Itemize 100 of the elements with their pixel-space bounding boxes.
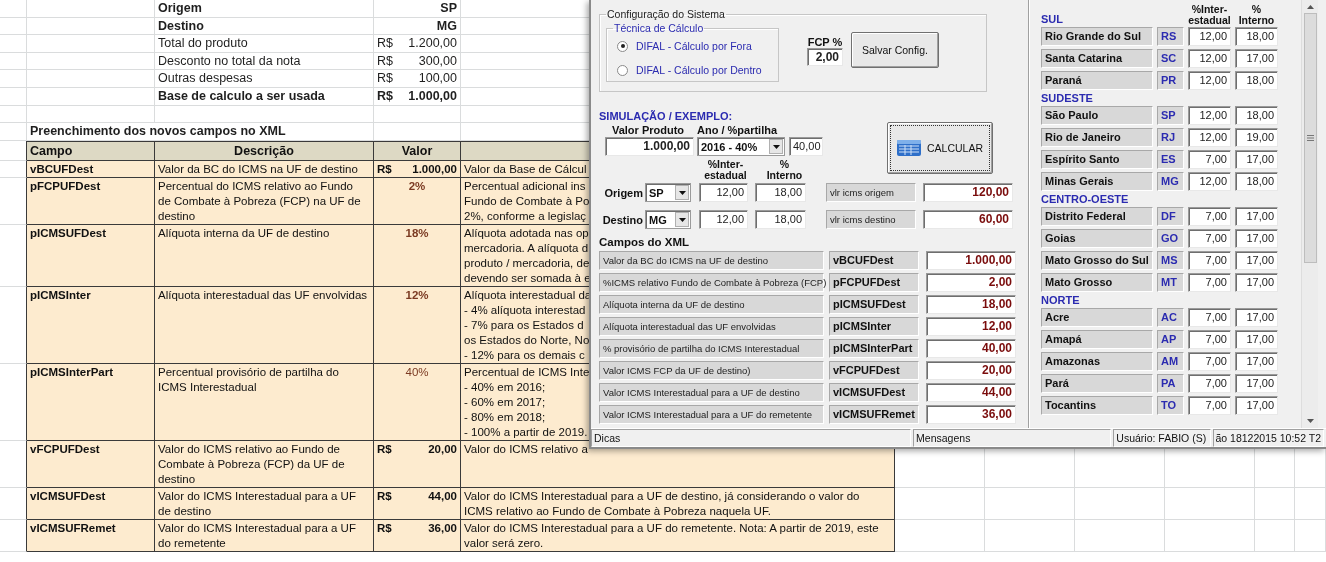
interstate-rate-input[interactable]: 7,00 — [1188, 396, 1231, 415]
internal-rate-input[interactable]: 17,00 — [1235, 150, 1278, 169]
internal-rate-input[interactable]: 18,00 — [1235, 172, 1278, 191]
internal-rate-input[interactable]: 18,00 — [755, 210, 806, 229]
dropdown-arrow-button[interactable] — [675, 185, 689, 200]
interstate-rate-input[interactable]: 7,00 — [1188, 330, 1231, 349]
product-value-label: Valor Produto — [610, 124, 686, 136]
internal-rate-input[interactable]: 18,00 — [755, 183, 806, 202]
internal-rate-input[interactable]: 19,00 — [1235, 128, 1278, 147]
interstate-rate-input[interactable]: 7,00 — [1188, 374, 1231, 393]
internal-rate-input[interactable]: 17,00 — [1235, 352, 1278, 371]
value-cell: MG — [374, 17, 461, 36]
interstate-rate-input[interactable]: 7,00 — [1188, 308, 1231, 327]
field-code-cell: vICMSUFDest — [27, 487, 155, 520]
internal-rate-input[interactable]: 18,00 — [1235, 71, 1278, 90]
interstate-rate-input[interactable]: 12,00 — [1188, 128, 1231, 147]
field-description: %ICMS relativo Fundo de Combate à Pobreza (FCP) — [599, 273, 824, 292]
internal-rate-input[interactable]: 17,00 — [1235, 229, 1278, 248]
field-code-cell: pICMSInterPart — [27, 363, 155, 441]
share-input[interactable]: 40,00 — [789, 137, 823, 156]
internal-rate-input[interactable]: 17,00 — [1235, 308, 1278, 327]
field-value: 44,00 — [926, 383, 1016, 402]
uf-label: Origem — [603, 186, 643, 199]
internal-rate-input[interactable]: 17,00 — [1235, 374, 1278, 393]
state-name: Rio de Janeiro — [1041, 128, 1153, 147]
interstate-rate-input[interactable]: 7,00 — [1188, 150, 1231, 169]
interstate-rate-input[interactable]: 12,00 — [1188, 71, 1231, 90]
region-title: SUDESTE — [1041, 92, 1094, 105]
state-code: SC — [1157, 49, 1184, 68]
save-config-button[interactable]: Salvar Config. — [851, 32, 939, 68]
description-cell: Alíquota interestadual das UF envolvidas — [155, 286, 374, 364]
interstate-rate-input[interactable]: 12,00 — [699, 210, 748, 229]
uf-dropdown[interactable]: SP — [645, 183, 691, 202]
interstate-rate-input[interactable]: 12,00 — [1188, 49, 1231, 68]
internal-rate-input[interactable]: 17,00 — [1235, 49, 1278, 68]
interstate-rate-input[interactable]: 12,00 — [1188, 172, 1231, 191]
internal-rate-input[interactable]: 18,00 — [1235, 106, 1278, 125]
value-cell: SP — [374, 0, 461, 18]
description-cell: Percentual do ICMS relativo ao Fundo de Combate à Pobreza (FCP) na UF de destino — [155, 177, 374, 225]
year-dropdown[interactable]: 2016 - 40% — [697, 137, 785, 156]
currency-symbol: R$ — [377, 488, 392, 504]
state-code: ES — [1157, 150, 1184, 169]
calculate-button[interactable]: CALCULAR — [887, 122, 993, 174]
interstate-rate-input[interactable]: 7,00 — [1188, 273, 1231, 292]
scroll-up-icon[interactable] — [1306, 5, 1314, 9]
description-cell: Percentual provisório de partilha do ICMS Interestadual — [155, 363, 374, 441]
internal-rate-input[interactable]: 17,00 — [1235, 396, 1278, 415]
amount-value: 1.000,00 — [408, 87, 457, 105]
table-icon — [897, 140, 921, 156]
amount-value: 20,00 — [428, 441, 457, 457]
interstate-rate-input[interactable]: 7,00 — [1188, 229, 1231, 248]
interstate-rate-input[interactable]: 7,00 — [1188, 251, 1231, 270]
amount-value: 100,00 — [418, 70, 457, 87]
scrollbar[interactable] — [1301, 0, 1318, 428]
status-panel: Dicas — [591, 429, 912, 447]
state-name: Pará — [1041, 374, 1153, 393]
region-title: CENTRO-OESTE — [1041, 193, 1130, 206]
field-description: % provisório de partilha do ICMS Interestadual — [599, 339, 824, 358]
radio-option[interactable]: DIFAL - Cálculo por Fora — [617, 40, 772, 52]
amount-value: 44,00 — [428, 488, 457, 504]
field-code: vICMSUFRemet — [829, 405, 919, 424]
scroll-down-icon[interactable] — [1306, 419, 1314, 423]
field-code-cell: vICMSUFRemet — [27, 519, 155, 552]
fcp-input[interactable]: 2,00 — [807, 48, 843, 66]
internal-rate-input[interactable]: 17,00 — [1235, 251, 1278, 270]
internal-rate-input[interactable]: 17,00 — [1235, 273, 1278, 292]
product-value-input[interactable]: 1.000,00 — [605, 137, 694, 156]
caret-icon — [678, 190, 686, 195]
interstate-rate-input[interactable]: 7,00 — [1188, 352, 1231, 371]
region-title: NORTE — [1041, 294, 1081, 307]
status-panel: Usuário: FABIO (S) — [1113, 429, 1211, 447]
interstate-rate-input[interactable]: 12,00 — [699, 183, 748, 202]
internal-rate-input[interactable]: 18,00 — [1235, 27, 1278, 46]
internal-rate-input[interactable]: 17,00 — [1235, 207, 1278, 226]
currency-symbol: R$ — [377, 87, 393, 105]
currency-symbol: R$ — [377, 441, 392, 457]
state-name: Santa Catarina — [1041, 49, 1153, 68]
label-cell: Origem — [155, 0, 374, 18]
percent-value: 12% — [404, 287, 430, 303]
internal-rate-input[interactable]: 17,00 — [1235, 330, 1278, 349]
radio-option[interactable]: DIFAL - Cálculo por Dentro — [617, 64, 772, 76]
state-name: Distrito Federal — [1041, 207, 1153, 226]
empty-cell — [0, 0, 27, 18]
field-code-cell: pICMSInter — [27, 286, 155, 364]
group-title: Configuração do Sistema — [606, 8, 726, 20]
column-header: Campo — [27, 140, 155, 161]
label-cell: Outras despesas — [155, 70, 374, 88]
state-name: Tocantins — [1041, 396, 1153, 415]
state-name: Acre — [1041, 308, 1153, 327]
dropdown-arrow-button[interactable] — [675, 212, 689, 227]
empty-cell — [0, 123, 27, 141]
scrollbar-thumb[interactable] — [1303, 13, 1317, 263]
interstate-rate-input[interactable]: 12,00 — [1188, 27, 1231, 46]
interstate-rate-input[interactable]: 12,00 — [1188, 106, 1231, 125]
interstate-rate-input[interactable]: 7,00 — [1188, 207, 1231, 226]
uf-dropdown[interactable]: MG — [645, 210, 691, 229]
field-description: Alíquota interna da UF de destino — [599, 295, 824, 314]
caret-icon — [772, 144, 780, 149]
dropdown-arrow-button[interactable] — [769, 139, 783, 154]
state-code: MG — [1157, 172, 1184, 191]
